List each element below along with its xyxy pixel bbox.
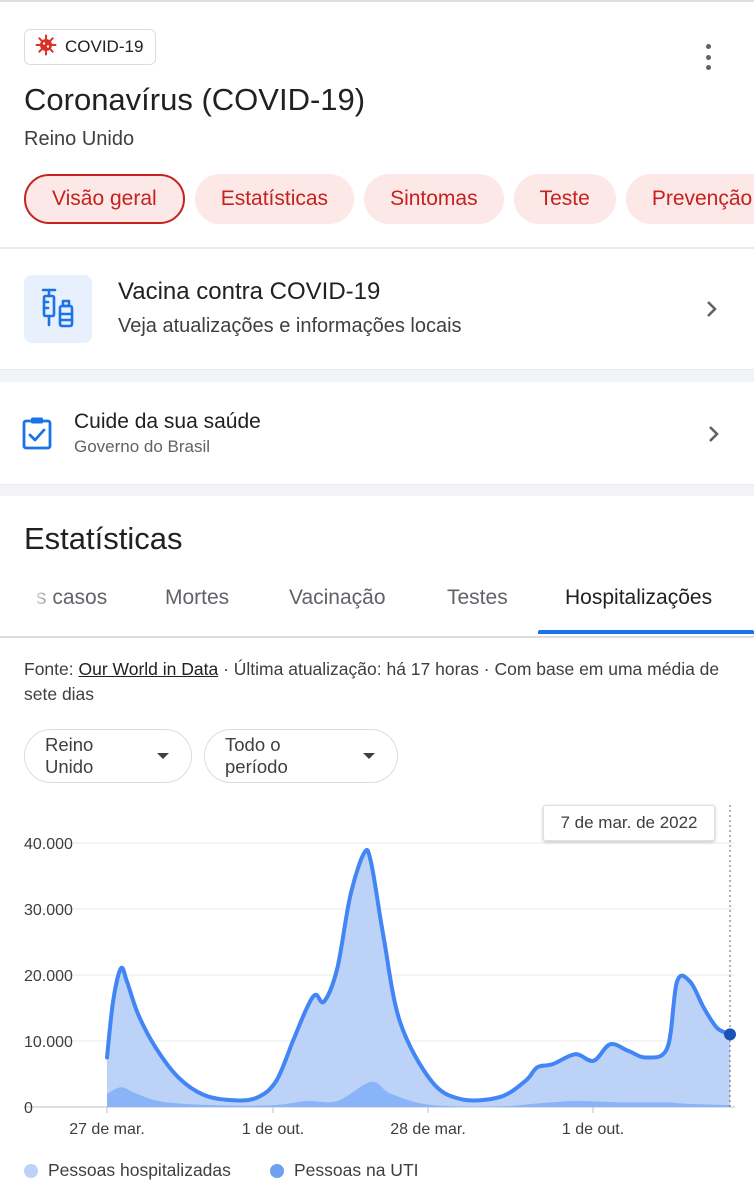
tab-tests[interactable]: Testes [447,586,508,610]
y-tick-label: 10.000 [24,1034,73,1051]
y-tick-label: 20.000 [24,968,73,985]
statistics-heading: Estatísticas [24,521,183,556]
dropdown-arrow-icon [363,753,375,759]
legend-swatch [270,1163,284,1178]
period-dropdown[interactable]: Todo o período [204,729,398,783]
legend-hospitalized: Pessoas hospitalizadas [24,1160,231,1181]
y-tick-label: 40.000 [24,836,73,853]
statistics-tabs: s casos Mortes Vacinação Testes Hospital… [0,570,754,638]
source-prefix: Fonte: [24,659,79,679]
tab-overview[interactable]: Visão geral [24,174,185,224]
y-tick-label: 30.000 [24,902,73,919]
chart-tooltip: 7 de mar. de 2022 [543,805,715,841]
dropdown-arrow-icon [157,753,169,759]
vaccine-card[interactable] [0,249,754,369]
legend-label: Pessoas hospitalizadas [48,1160,231,1180]
legend-icu: Pessoas na UTI [270,1160,419,1181]
current-point-marker [724,1028,736,1041]
active-tab-indicator [538,630,754,634]
covid-badge[interactable]: COVID-19 [24,29,157,65]
page-title: Coronavírus (COVID-19) [24,82,366,117]
legend-label: Pessoas na UTI [294,1160,419,1180]
section-divider [0,484,754,496]
chevron-right-icon [707,301,717,317]
chevron-right-icon [709,426,719,442]
tab-vaccination[interactable]: Vacinação [289,586,386,610]
hospitalizations-chart[interactable]: 0 10.000 20.000 30.000 40.000 27 de mar. 1 de … [0,800,754,1160]
tab-fade [30,585,56,615]
badge-label: COVID-19 [65,37,144,56]
x-tick-label: 1 de out. [242,1121,304,1138]
clipboard-check-icon [22,417,52,450]
region-dropdown[interactable]: Reino Unido [24,729,192,783]
hospitalized-area [107,849,730,1107]
tab-testing[interactable]: Teste [513,174,616,224]
care-card-title: Cuide da sua saúde [74,410,261,433]
section-divider [0,369,754,382]
region-dropdown-value: Reino Unido [45,734,94,777]
vaccine-card-title: Vacina contra COVID-19 [118,278,381,305]
x-tick-label: 27 de mar. [69,1121,145,1138]
legend-swatch [24,1163,38,1178]
virus-icon [35,34,57,61]
period-dropdown-value: Todo o período [225,734,288,777]
source-note: Fonte: Our World in Data · Última atuali… [24,657,734,707]
source-link[interactable]: Our World in Data [78,659,218,679]
vaccine-card-subtitle: Veja atualizações e informações locais [118,315,462,337]
care-card-subtitle: Governo do Brasil [74,437,211,456]
tab-hospitalizations[interactable]: Hospitalizações [565,586,712,610]
tab-symptoms[interactable]: Sintomas [364,174,504,224]
top-divider [0,0,754,2]
vaccine-icon [24,275,92,343]
more-vert-icon[interactable] [698,44,718,70]
x-tick-label: 1 de out. [562,1121,624,1138]
topic-tabs: Visão geral Estatísticas Sintomas Teste Prev… [24,174,754,226]
tab-statistics[interactable]: Estatísticas [194,174,355,224]
location-label: Reino Unido [24,128,135,150]
tab-prevention[interactable]: Prevenção [625,174,754,224]
x-tick-label: 28 de mar. [390,1121,466,1138]
y-tick-label: 0 [24,1100,33,1117]
tab-deaths[interactable]: Mortes [165,586,229,610]
